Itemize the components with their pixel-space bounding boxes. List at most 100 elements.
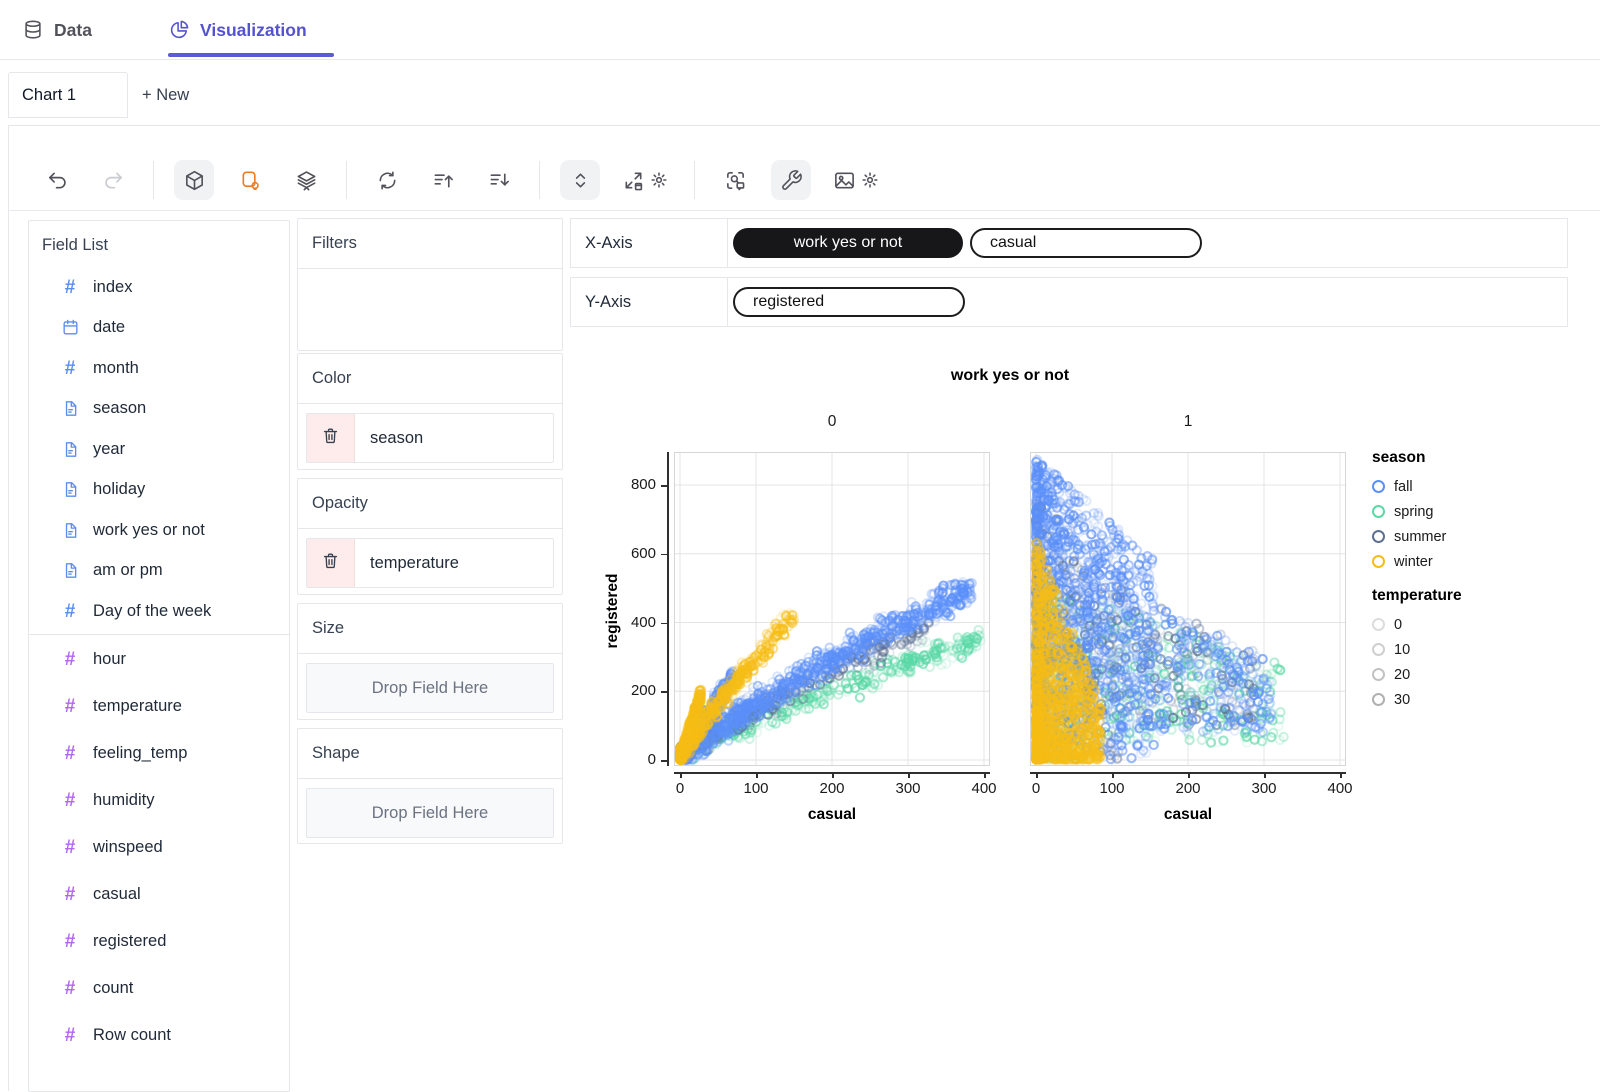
toolbar-resize-vertical-button[interactable] <box>560 160 600 200</box>
hash-icon: # <box>64 357 76 379</box>
toolbar-undo-button[interactable] <box>37 160 77 200</box>
x-axis-tick-label: 0 <box>675 780 685 797</box>
field-item-humidity[interactable]: # humidity <box>29 777 289 824</box>
y-axis-tick-label: 0 <box>647 751 656 768</box>
field-item-label: humidity <box>93 790 155 809</box>
legend-ring-icon <box>1372 505 1385 518</box>
trash-drop-zone[interactable] <box>307 414 355 462</box>
hash-icon: # <box>64 276 76 298</box>
toolbar-layers-button[interactable] <box>286 160 326 200</box>
scatter-plot-facet-0 <box>674 452 990 766</box>
legend-ring-icon <box>1372 555 1385 568</box>
field-list-title: Field List <box>42 236 109 254</box>
shelf-color: Color season <box>297 353 563 470</box>
expand-icon <box>622 169 645 192</box>
gear-icon[interactable] <box>650 171 668 189</box>
toolbar-redo-button[interactable] <box>93 160 133 200</box>
toolbar-mark-lightbulb-button[interactable] <box>230 160 270 200</box>
x-axis-tick-label: 100 <box>1099 780 1125 797</box>
field-item-work-yes-or-not[interactable]: work yes or not <box>29 510 289 551</box>
toolbar-expand-button[interactable] <box>616 160 674 200</box>
chart-tab[interactable]: Chart 1 <box>8 72 128 118</box>
field-list-separator <box>29 633 289 635</box>
field-item-label: month <box>93 358 139 377</box>
legend-season-title: season <box>1372 449 1426 466</box>
field-item-casual[interactable]: # casual <box>29 871 289 918</box>
field-item-label: year <box>93 439 126 458</box>
drop-field-zone[interactable]: Drop Field Here <box>306 663 554 713</box>
toolbar-wrench-button[interactable] <box>771 160 811 200</box>
text-icon <box>60 399 80 418</box>
toolbar-divider <box>346 161 347 199</box>
text-icon <box>60 440 80 459</box>
toolbar-sort-ascending-button[interactable] <box>423 160 463 200</box>
axis-pill-casual[interactable]: casual <box>970 228 1202 258</box>
x-axis-tick <box>984 772 986 778</box>
toolbar-refresh-button[interactable] <box>367 160 407 200</box>
tab-visualization-label: Visualization <box>200 19 307 40</box>
field-item-label: feeling_temp <box>93 743 188 762</box>
scatter-canvas-facet-0 <box>674 452 990 766</box>
x-axis-tick-label: 300 <box>895 780 921 797</box>
legend-item-temp-0: 0 <box>1372 612 1587 637</box>
chart-tab-label: Chart 1 <box>22 85 77 104</box>
x-axis-title: casual <box>1163 806 1213 823</box>
shelf-chip-season[interactable]: season <box>306 413 554 463</box>
gear-icon[interactable] <box>861 171 879 189</box>
x-axis-tick <box>680 772 682 778</box>
legend-item-fall: fall <box>1372 474 1587 499</box>
y-axis-line <box>667 452 669 766</box>
new-chart-tab-button[interactable]: + New <box>142 72 189 118</box>
redo-icon <box>102 169 125 192</box>
axis-pill-work-yes-or-not[interactable]: work yes or not <box>733 228 963 258</box>
undo-icon <box>46 169 69 192</box>
x-axis-tick <box>1340 772 1342 778</box>
field-item-registered[interactable]: # registered <box>29 918 289 965</box>
field-item-month[interactable]: # month <box>29 348 289 389</box>
x-axis-tick <box>1112 772 1114 778</box>
scatter-plot-facet-1 <box>1030 452 1346 766</box>
top-nav: Data Visualization <box>0 0 1600 60</box>
field-item-temperature[interactable]: # temperature <box>29 683 289 730</box>
sort-ascending-icon <box>432 169 455 192</box>
toolbar-export-image-button[interactable] <box>827 160 885 200</box>
facet-label-0: 0 <box>827 413 837 430</box>
legend-gap <box>1372 574 1587 587</box>
toolbar-cube-button[interactable] <box>174 160 214 200</box>
field-item-holiday[interactable]: holiday <box>29 470 289 511</box>
legend-item-temp-10: 10 <box>1372 637 1587 662</box>
field-item-label: hour <box>93 649 127 668</box>
scatter-canvas-facet-1 <box>1030 452 1346 766</box>
field-item-year[interactable]: year <box>29 429 289 470</box>
shelf-chip-temperature[interactable]: temperature <box>306 538 554 588</box>
hash-icon: # <box>64 600 76 622</box>
x-axis-tick-label: 100 <box>743 780 769 797</box>
x-axis-tick <box>1188 772 1190 778</box>
field-item-count[interactable]: # count <box>29 965 289 1012</box>
field-item-date[interactable]: date <box>29 308 289 349</box>
pie-chart-icon <box>168 19 190 41</box>
hash-icon: # <box>64 1024 76 1046</box>
shelf-size: Size Drop Field Here <box>297 603 563 720</box>
field-item-day-of-the-week[interactable]: # Day of the week <box>29 591 289 632</box>
cube-icon <box>183 169 206 192</box>
field-item-winspeed[interactable]: # winspeed <box>29 824 289 871</box>
chart-legend: season fall spring summer winter temperature 0… <box>1372 449 1587 712</box>
x-axis-title: casual <box>807 806 857 823</box>
y-axis-tick-label: 800 <box>630 476 656 493</box>
tab-visualization[interactable]: Visualization <box>168 0 307 60</box>
tab-data[interactable]: Data <box>22 0 92 60</box>
field-item-index[interactable]: # index <box>29 267 289 308</box>
x-axis-tick-label: 400 <box>971 780 997 797</box>
legend-ring-icon <box>1372 643 1385 656</box>
field-item-season[interactable]: season <box>29 389 289 430</box>
toolbar-sort-descending-button[interactable] <box>479 160 519 200</box>
drop-field-zone[interactable]: Drop Field Here <box>306 788 554 838</box>
field-item-am-or-pm[interactable]: am or pm <box>29 551 289 592</box>
field-item-hour[interactable]: # hour <box>29 636 289 683</box>
field-item-feeling-temp[interactable]: # feeling_temp <box>29 730 289 777</box>
trash-drop-zone[interactable] <box>307 539 355 587</box>
toolbar-explore-focus-button[interactable] <box>715 160 755 200</box>
field-item-row-count[interactable]: # Row count <box>29 1012 289 1059</box>
axis-pill-registered[interactable]: registered <box>733 287 965 317</box>
